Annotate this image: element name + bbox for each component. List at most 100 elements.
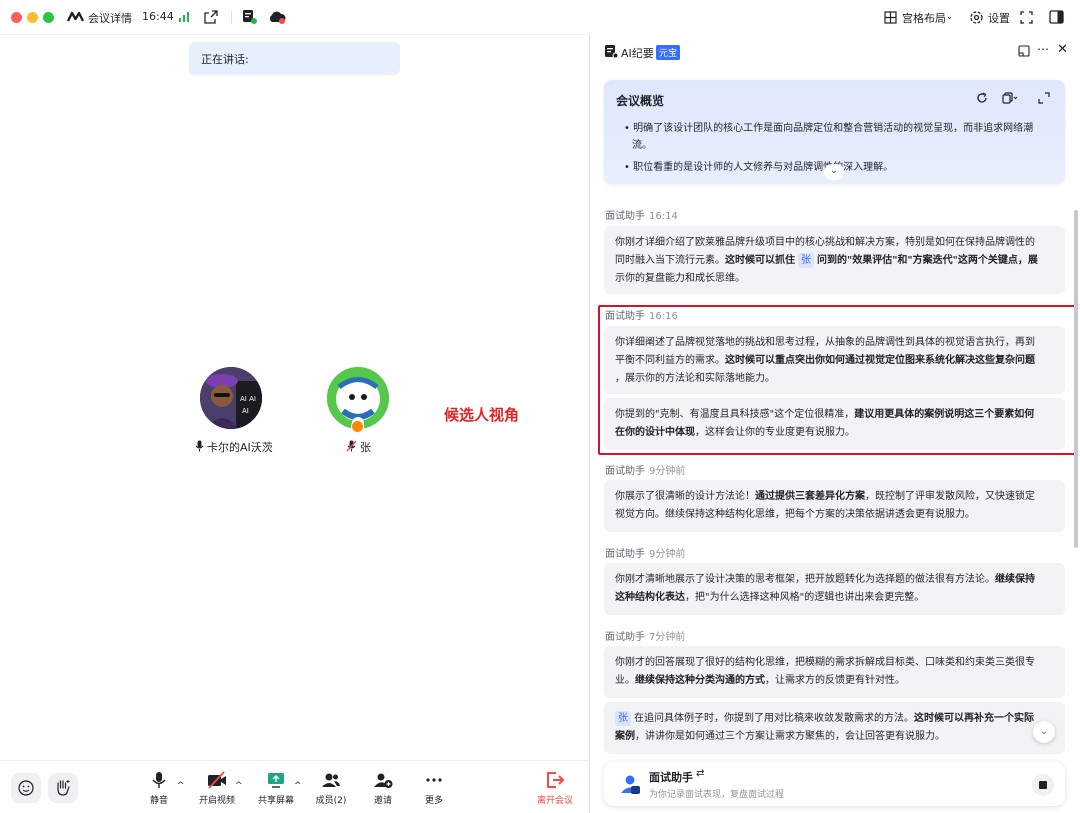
message-emphasis: 继续保持这种分类沟通的方式 — [635, 675, 765, 686]
minimize-window-button[interactable] — [27, 12, 38, 23]
message-bubble: 你刚才清晰地展示了设计决策的思考框架，把开放题转化为选择题的做法很有方法论。继续… — [604, 563, 1065, 615]
stop-assistant-button[interactable] — [1032, 774, 1054, 796]
mute-label: 静音 — [149, 796, 168, 806]
grid-layout-icon[interactable] — [884, 11, 897, 24]
message-text: 同时融入当下流行元素。 — [615, 255, 725, 266]
speaking-indicator: 正在讲话: — [189, 42, 400, 75]
message-time: 7分钟前 — [649, 632, 686, 643]
message-text: ，让需求方的反馈更有针对性。 — [765, 675, 905, 686]
reaction-button[interactable] — [11, 773, 41, 803]
message-emphasis: 继续保持 — [995, 574, 1035, 585]
expand-icon[interactable] — [1038, 92, 1050, 104]
expand-overview-chevron-icon[interactable]: ⌄ — [824, 164, 844, 180]
hand-icon — [57, 780, 70, 796]
user-mention-chip[interactable]: 张 — [615, 711, 631, 726]
external-window-icon[interactable] — [204, 10, 218, 24]
message-emphasis: 问到的"效果评估"和"方案迭代"这两个关键点，展 — [817, 255, 1038, 266]
message-bubble: 你刚才详细介绍了欧莱雅品牌升级项目中的核心挑战和解决方案，特别是如何在保持品牌调… — [604, 226, 1065, 294]
more-options-icon[interactable]: ⋯ — [1037, 42, 1049, 56]
raise-hand-button[interactable] — [48, 773, 78, 803]
chevron-down-icon[interactable]: ⌄ — [946, 12, 953, 21]
more-button[interactable]: 更多 — [409, 771, 459, 806]
message-text: ，把"为什么选择这种风格"的逻辑也讲出来会更完整。 — [685, 592, 925, 603]
speaking-label: 正在讲话: — [201, 53, 249, 66]
video-options-chevron-icon[interactable]: ^ — [235, 781, 243, 791]
close-panel-icon[interactable]: ✕ — [1057, 42, 1068, 57]
sender-name: 面试助手 — [605, 211, 645, 222]
panel-title: AI纪要 — [621, 47, 654, 60]
participant-name-ai: 卡尔的AI沃茨 — [207, 441, 273, 454]
grid-layout-button[interactable]: 宫格布局 — [902, 10, 946, 26]
smiley-icon — [18, 780, 34, 796]
svg-text:AI: AI — [242, 407, 249, 415]
participant-name-zhang: 张 — [360, 441, 371, 454]
message-emphasis: 这种结构化表达 — [615, 592, 685, 603]
gear-icon[interactable] — [969, 10, 984, 25]
sidebar-toggle-icon[interactable] — [1049, 10, 1064, 24]
share-options-chevron-icon[interactable]: ^ — [294, 781, 302, 791]
title-bar: 会议详情 16:44 宫格布局 ⌄ 设置 — [0, 0, 1080, 34]
meeting-overview-card: 会议概览 • 明确了该设计团队的核心工作是面向品牌定位和整合营销活动的视觉呈现，… — [604, 80, 1065, 184]
message-header: 面试助手 7分钟前 — [605, 628, 685, 643]
message-text: 你刚才详细介绍了欧莱雅品牌升级项目中的核心挑战和解决方案，特别是如何在保持品牌调… — [615, 237, 1035, 248]
cloud-record-icon[interactable] — [267, 10, 287, 25]
mic-on-icon — [195, 440, 204, 452]
invite-button[interactable]: 邀请 — [358, 771, 408, 806]
share-screen-label: 共享屏幕 — [257, 796, 294, 806]
interview-assistant-bar[interactable]: 面试助手 ⇄ 为你记录面试表现，复盘面试过程 — [604, 762, 1065, 806]
maximize-window-button[interactable] — [43, 12, 54, 23]
message-time: 16:14 — [649, 211, 678, 222]
message-emphasis: 这时候可以抓住 — [725, 255, 795, 266]
message-bubble: 张在追问具体例子时，你提到了用对比稿来收敛发散需求的方法。这时候可以再补充一个实… — [604, 702, 1065, 754]
app-logo-icon — [67, 11, 84, 22]
mute-options-chevron-icon[interactable]: ^ — [177, 781, 185, 791]
panel-scrollbar[interactable] — [1074, 210, 1078, 548]
message-text: 你刚才的回答展现了很好的结构化思维，把模糊的需求拆解成目标类、口味类和约束类三类… — [615, 657, 1035, 668]
scroll-to-bottom-button[interactable]: ⌄ — [1033, 721, 1055, 743]
switch-icon[interactable]: ⇄ — [696, 768, 704, 779]
add-user-icon — [374, 773, 393, 788]
overview-bullet: 流。 — [632, 140, 652, 151]
more-dots-icon — [426, 778, 442, 782]
highlight-annotation-box — [598, 305, 1076, 455]
leave-meeting-button[interactable]: 离开会议 — [530, 771, 580, 806]
message-text: 视觉方向。继续保持这种结构化思维，把每个方案的决策依据讲透会更有说服力。 — [615, 509, 975, 520]
sender-name: 面试助手 — [605, 632, 645, 643]
yuanbao-badge: 元宝 — [656, 45, 681, 60]
message-text: 你展示了很清晰的设计方法论！ — [615, 491, 755, 502]
invite-label: 邀请 — [373, 796, 392, 806]
meeting-toolbar: 静音 ^ 开启视频 ^ 共享屏幕 ^ 成员(2) 邀请 更多 离开会议 — [0, 760, 590, 813]
start-video-label: 开启视频 — [198, 796, 235, 806]
host-badge-icon — [351, 420, 364, 433]
members-icon — [322, 773, 340, 787]
candidate-view-annotation: 候选人视角 — [444, 406, 520, 424]
svg-text:AI AI: AI AI — [240, 395, 256, 403]
members-button[interactable]: 成员(2) — [306, 771, 356, 806]
pin-panel-icon[interactable] — [1018, 45, 1030, 57]
members-label: 成员(2) — [315, 796, 347, 806]
settings-button[interactable]: 设置 — [988, 10, 1010, 26]
message-text: ，讲讲你是如何通过三个方案让需求方聚焦的，会让回答更有说服力。 — [635, 731, 945, 742]
mic-off-icon — [346, 440, 357, 452]
close-window-button[interactable] — [11, 12, 22, 23]
leave-icon — [547, 772, 565, 788]
meeting-time: 16:44 — [142, 10, 174, 23]
video-off-icon — [208, 771, 226, 789]
overview-title: 会议概览 — [616, 94, 665, 108]
message-bubble: 你展示了很清晰的设计方法论！通过提供三套差异化方案，既控制了评审发散风险，又快速… — [604, 480, 1065, 532]
user-mention-chip[interactable]: 张 — [798, 253, 814, 268]
fullscreen-icon[interactable] — [1020, 11, 1033, 24]
more-label: 更多 — [424, 796, 443, 806]
message-bubble: 你刚才的回答展现了很好的结构化思维，把模糊的需求拆解成目标类、口味类和约束类三类… — [604, 646, 1065, 698]
message-text: 示你的复盘能力和成长思维。 — [615, 273, 745, 284]
refresh-icon[interactable] — [976, 92, 988, 104]
double-chevron-down-icon: ⌄ — [1039, 726, 1049, 737]
notes-icon[interactable] — [242, 9, 258, 25]
participant-avatar-ai[interactable]: AI AI AI — [200, 367, 262, 429]
copy-icon[interactable] — [1002, 92, 1018, 104]
message-time: 9分钟前 — [649, 466, 686, 477]
assistant-avatar-icon — [621, 775, 640, 794]
microphone-icon — [152, 772, 166, 788]
signal-strength-icon[interactable] — [178, 11, 190, 23]
message-text: 在追问具体例子时，你提到了用对比稿来收敛发散需求的方法。 — [634, 713, 914, 724]
